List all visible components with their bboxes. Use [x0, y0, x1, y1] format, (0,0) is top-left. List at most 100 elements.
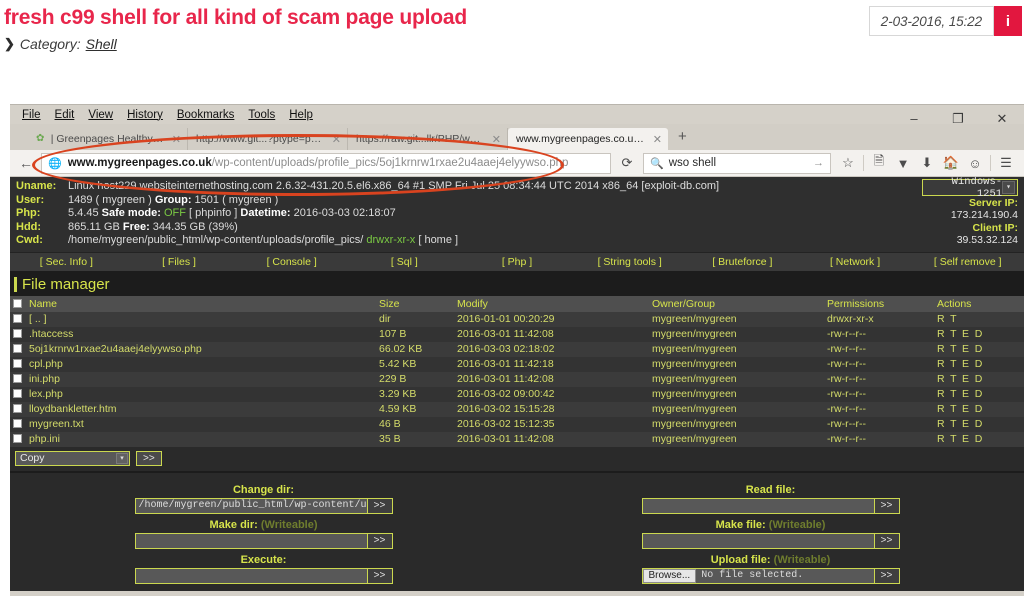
search-go-icon[interactable]: →: [813, 157, 824, 169]
file-name[interactable]: cpl.php: [26, 357, 376, 372]
menu-bookmarks[interactable]: Bookmarks: [170, 109, 242, 121]
table-row[interactable]: lloydbankletter.htm 4.59 KB 2016-03-02 1…: [10, 402, 1024, 417]
download-icon[interactable]: ⬇: [915, 155, 939, 171]
nav-self-remove[interactable]: [ Self remove ]: [911, 256, 1024, 268]
nav-sec-info[interactable]: [ Sec. Info ]: [10, 256, 123, 268]
file-picker[interactable]: Browse... No file selected.: [642, 568, 874, 584]
browser-tab-4-active[interactable]: www.mygreenpages.co.uk - ... ✕: [508, 128, 668, 150]
reading-list-icon[interactable]: 🗎: [867, 152, 891, 174]
execute-submit[interactable]: >>: [367, 568, 393, 584]
menu-edit[interactable]: Edit: [48, 109, 82, 121]
file-actions[interactable]: R T E D: [934, 402, 1024, 417]
close-tab-icon[interactable]: ✕: [492, 133, 501, 146]
nav-network[interactable]: [ Network ]: [799, 256, 912, 268]
row-checkbox[interactable]: [13, 419, 22, 428]
browser-tab-1[interactable]: ✿ | Greenpages Healthy Livi... ✕: [28, 128, 188, 150]
menu-history[interactable]: History: [120, 109, 170, 121]
table-row[interactable]: lex.php 3.29 KB 2016-03-02 09:00:42 mygr…: [10, 387, 1024, 402]
row-checkbox[interactable]: [13, 374, 22, 383]
file-actions[interactable]: R T E D: [934, 372, 1024, 387]
make-dir-input[interactable]: [135, 533, 367, 549]
make-dir-submit[interactable]: >>: [367, 533, 393, 549]
execute-input[interactable]: [135, 568, 367, 584]
category-link[interactable]: Shell: [86, 36, 117, 52]
select-all-checkbox[interactable]: [13, 299, 22, 308]
shield-icon[interactable]: ▼: [891, 156, 915, 171]
table-row[interactable]: [ .. ] dir 2016-01-01 00:20:29 mygreen/m…: [10, 312, 1024, 327]
new-tab-button[interactable]: +: [668, 128, 697, 147]
make-file-submit[interactable]: >>: [874, 533, 900, 549]
close-tab-icon[interactable]: ✕: [172, 133, 181, 146]
table-row[interactable]: cpl.php 5.42 KB 2016-03-01 11:42:18 mygr…: [10, 357, 1024, 372]
file-actions[interactable]: R T E D: [934, 342, 1024, 357]
close-tab-icon[interactable]: ✕: [653, 133, 662, 146]
close-tab-icon[interactable]: ✕: [332, 133, 341, 146]
file-permissions[interactable]: -rw-r--r--: [824, 372, 934, 387]
nav-sql[interactable]: [ Sql ]: [348, 256, 461, 268]
file-permissions[interactable]: -rw-r--r--: [824, 342, 934, 357]
row-checkbox[interactable]: [13, 359, 22, 368]
change-dir-submit[interactable]: >>: [367, 498, 393, 514]
nav-string-tools[interactable]: [ String tools ]: [573, 256, 686, 268]
read-file-submit[interactable]: >>: [874, 498, 900, 514]
file-permissions[interactable]: -rw-r--r--: [824, 402, 934, 417]
file-permissions[interactable]: -rw-r--r--: [824, 357, 934, 372]
file-actions[interactable]: R T E D: [934, 327, 1024, 342]
table-row[interactable]: php.ini 35 B 2016-03-01 11:42:08 mygreen…: [10, 432, 1024, 447]
file-name[interactable]: [ .. ]: [26, 312, 376, 327]
table-row[interactable]: ini.php 229 B 2016-03-01 11:42:08 mygree…: [10, 372, 1024, 387]
bulk-action-submit[interactable]: >>: [136, 451, 162, 466]
upload-file-submit[interactable]: >>: [874, 568, 900, 584]
menu-help[interactable]: Help: [282, 109, 320, 121]
menu-view[interactable]: View: [81, 109, 120, 121]
file-permissions[interactable]: -rw-r--r--: [824, 327, 934, 342]
file-permissions[interactable]: -rw-r--r--: [824, 387, 934, 402]
file-permissions[interactable]: -rw-r--r--: [824, 417, 934, 432]
hamburger-menu-icon[interactable]: ☰: [994, 155, 1018, 171]
browse-button[interactable]: Browse...: [643, 569, 697, 583]
row-checkbox[interactable]: [13, 389, 22, 398]
nav-bruteforce[interactable]: [ Bruteforce ]: [686, 256, 799, 268]
reload-icon[interactable]: ⟳: [616, 155, 638, 171]
nav-php[interactable]: [ Php ]: [461, 256, 574, 268]
file-permissions[interactable]: drwxr-xr-x: [824, 312, 934, 327]
menu-file[interactable]: File: [15, 109, 48, 121]
file-name[interactable]: .htaccess: [26, 327, 376, 342]
browser-tab-3[interactable]: https://raw.git...llr/PHP/wso.txt ✕: [348, 128, 508, 150]
row-checkbox[interactable]: [13, 329, 22, 338]
file-permissions[interactable]: -rw-r--r--: [824, 432, 934, 447]
browser-tab-2[interactable]: http://www.git...?ptype=profile ✕: [188, 128, 348, 150]
row-checkbox[interactable]: [13, 314, 22, 323]
address-bar[interactable]: 🌐 www.mygreenpages.co.uk/wp-content/uplo…: [41, 153, 611, 174]
bookmark-star-icon[interactable]: ☆: [836, 155, 860, 171]
make-file-input[interactable]: [642, 533, 874, 549]
file-actions[interactable]: R T E D: [934, 387, 1024, 402]
nav-files[interactable]: [ Files ]: [123, 256, 236, 268]
nav-console[interactable]: [ Console ]: [235, 256, 348, 268]
row-checkbox[interactable]: [13, 434, 22, 443]
file-actions[interactable]: R T E D: [934, 417, 1024, 432]
smiley-icon[interactable]: ☺: [963, 156, 987, 171]
charset-select[interactable]: Windows-1251 ▾: [922, 179, 1018, 196]
col-permissions[interactable]: Permissions: [824, 296, 934, 312]
home-link[interactable]: [ home ]: [415, 234, 458, 246]
col-size[interactable]: Size: [376, 296, 454, 312]
file-name[interactable]: lex.php: [26, 387, 376, 402]
table-row[interactable]: 5oj1krnrw1rxae2u4aaej4elyywso.php 66.02 …: [10, 342, 1024, 357]
file-name[interactable]: 5oj1krnrw1rxae2u4aaej4elyywso.php: [26, 342, 376, 357]
back-arrow-icon[interactable]: ←: [16, 155, 36, 171]
read-file-input[interactable]: [642, 498, 874, 514]
info-icon[interactable]: i: [994, 6, 1022, 36]
file-actions[interactable]: R T: [934, 312, 1024, 327]
file-name[interactable]: ini.php: [26, 372, 376, 387]
table-row[interactable]: mygreen.txt 46 B 2016-03-02 15:12:35 myg…: [10, 417, 1024, 432]
col-name[interactable]: Name: [26, 296, 376, 312]
menu-tools[interactable]: Tools: [241, 109, 282, 121]
search-input[interactable]: 🔍 wso shell →: [643, 153, 831, 174]
file-actions[interactable]: R T E D: [934, 357, 1024, 372]
change-dir-input[interactable]: /home/mygreen/public_html/wp-content/upl…: [135, 498, 367, 514]
col-modify[interactable]: Modify: [454, 296, 649, 312]
file-actions[interactable]: R T E D: [934, 432, 1024, 447]
file-name[interactable]: lloydbankletter.htm: [26, 402, 376, 417]
phpinfo-link[interactable]: [ phpinfo ]: [189, 207, 240, 219]
